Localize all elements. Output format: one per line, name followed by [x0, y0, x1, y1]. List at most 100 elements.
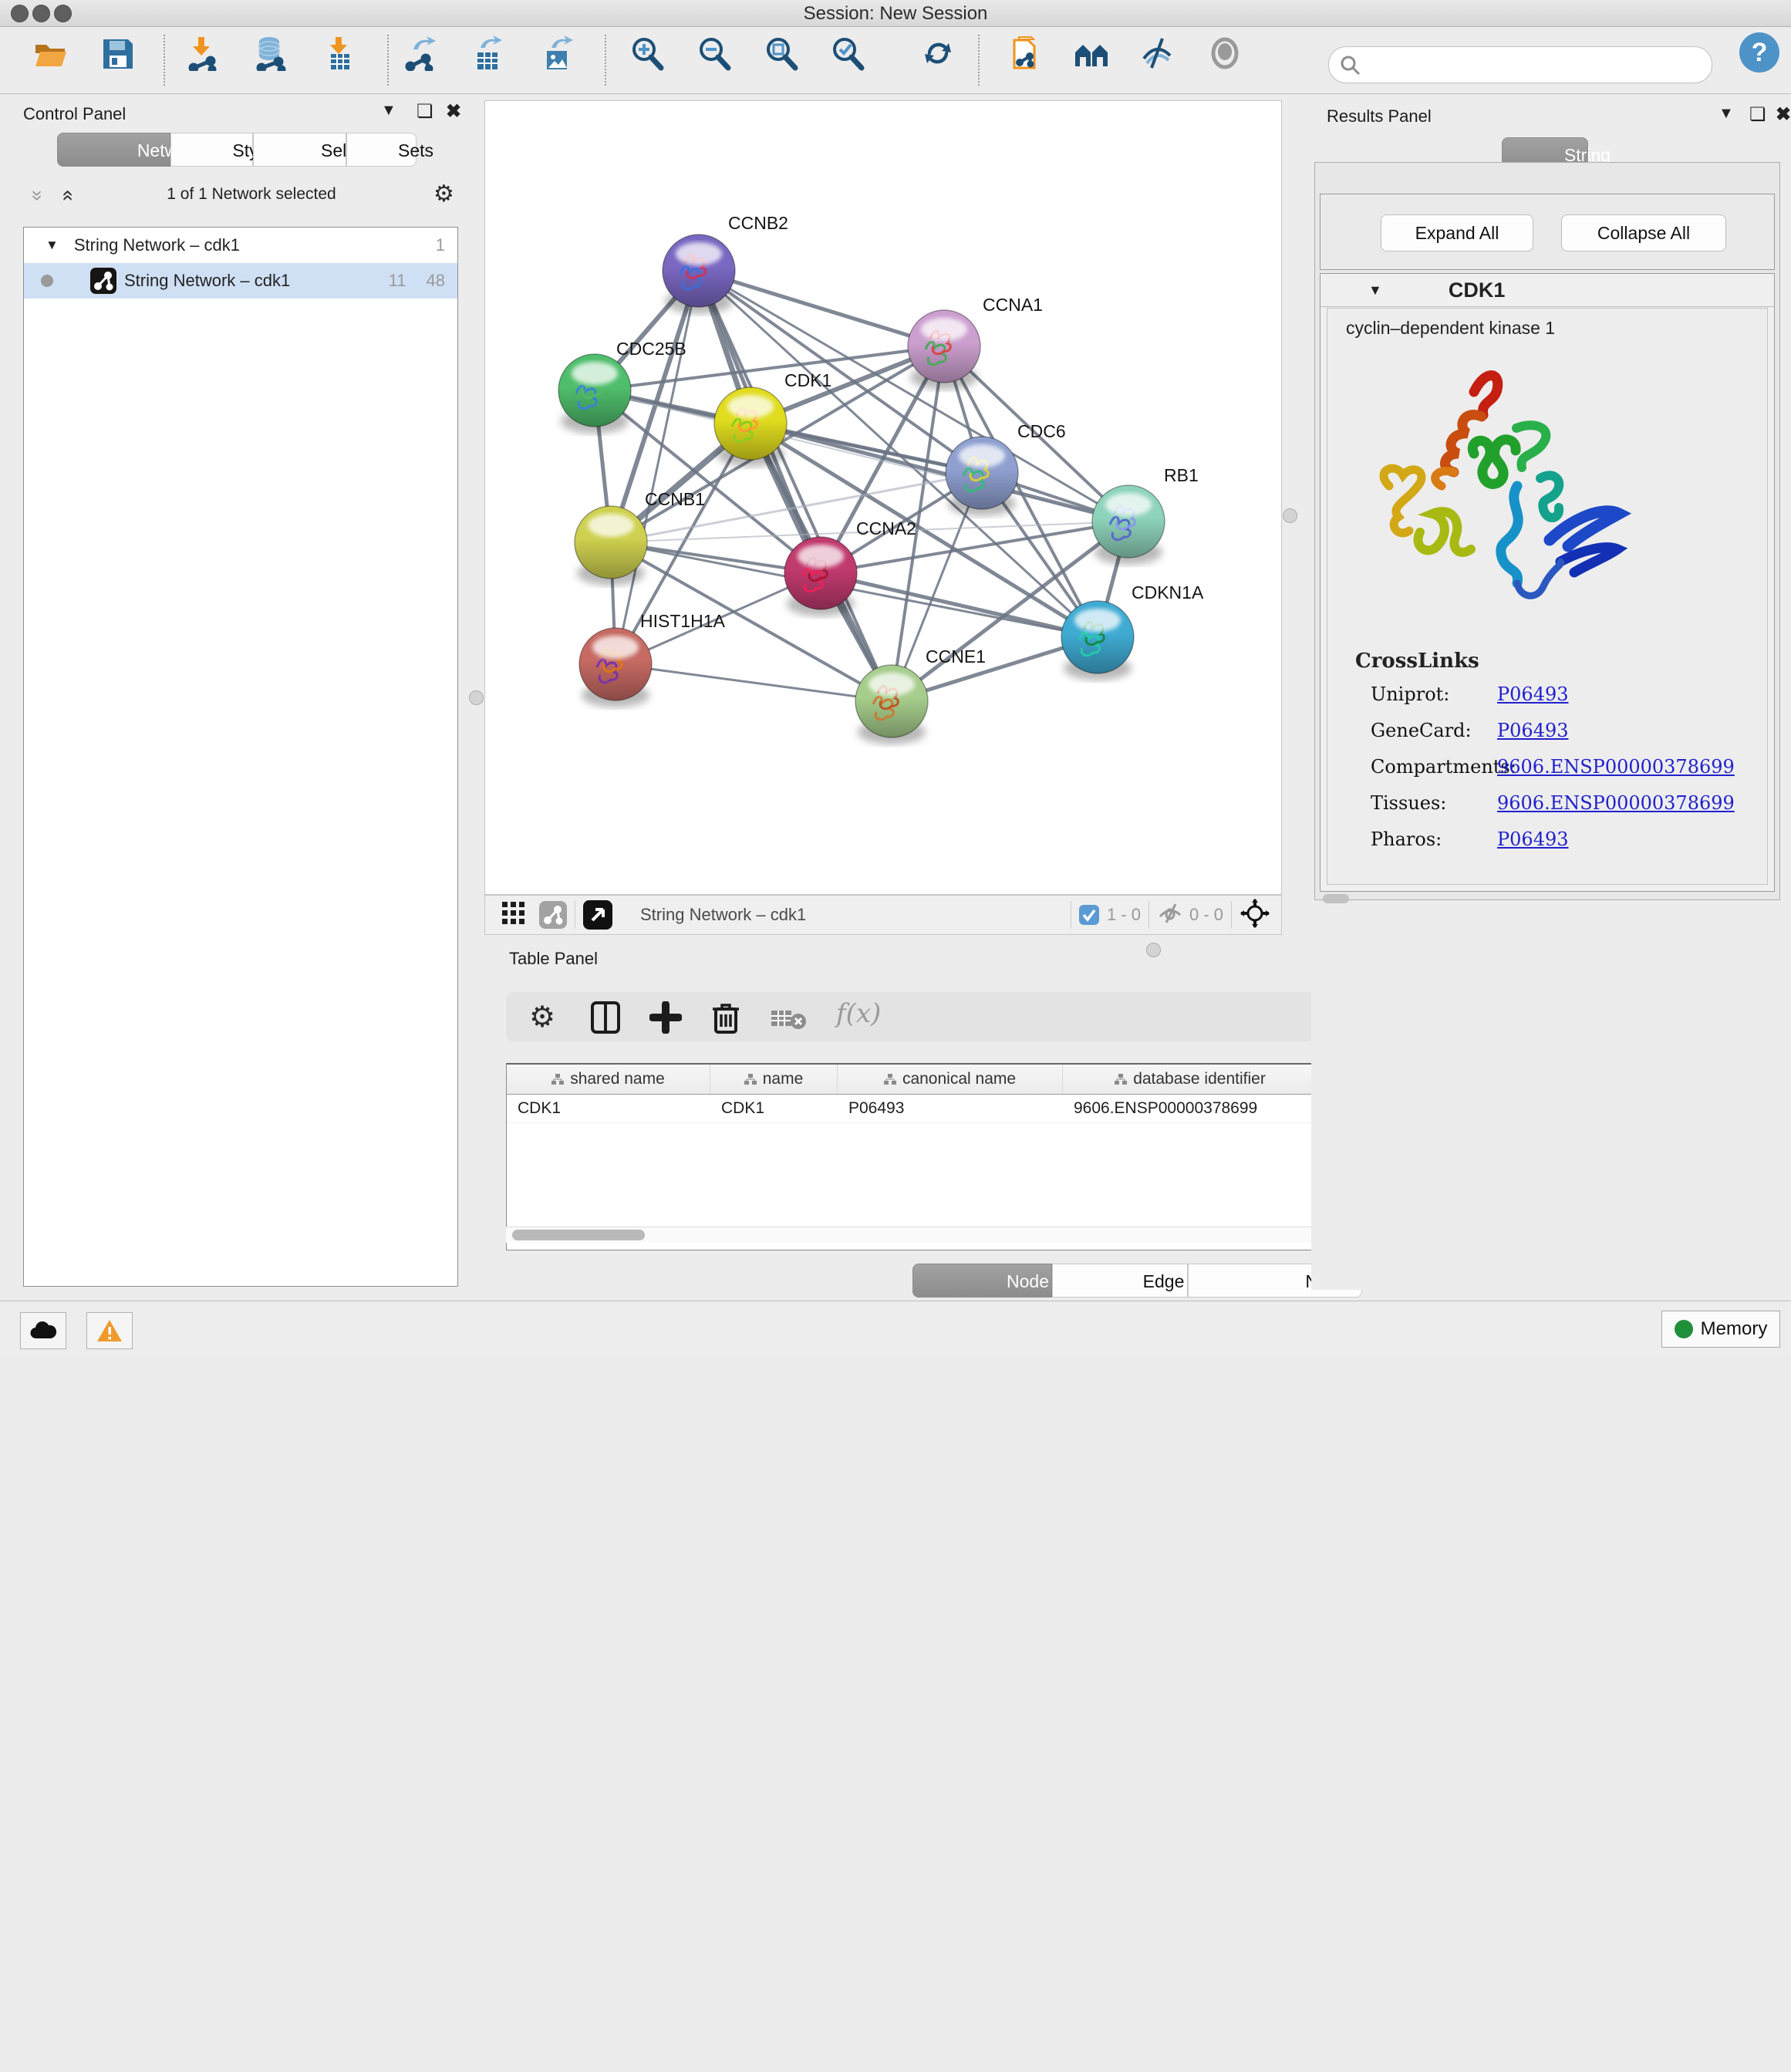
import-table-file-icon[interactable]	[322, 35, 357, 71]
table-cell[interactable]: CDK1	[507, 1095, 710, 1122]
column-header-shared-name[interactable]: shared name	[507, 1065, 710, 1094]
network-share-icon[interactable]	[539, 901, 567, 929]
network-collection-row[interactable]: ▼ String Network – cdk1 1	[24, 228, 457, 263]
column-header-database-identifier[interactable]: database identifier	[1063, 1065, 1318, 1094]
gene-details-box: ▼ CDK1 cyclin–dependent kinase 1	[1320, 273, 1775, 892]
network-edge[interactable]	[616, 664, 892, 701]
right-splitter-handle[interactable]	[1283, 508, 1297, 523]
birdseye-grid-icon[interactable]	[502, 902, 525, 929]
collapse-all-button[interactable]: Collapse All	[1561, 214, 1726, 251]
search-field[interactable]	[1328, 46, 1712, 83]
refresh-view-icon[interactable]	[920, 35, 956, 71]
fit-crosshair-icon[interactable]	[1240, 898, 1270, 933]
save-session-icon[interactable]	[100, 35, 135, 71]
gene-header-row[interactable]: ▼ CDK1	[1320, 274, 1774, 307]
export-network-icon[interactable]	[403, 35, 438, 71]
memory-button[interactable]: Memory	[1661, 1311, 1780, 1348]
tab-network[interactable]: Network	[57, 133, 170, 167]
expand-all-networks-icon[interactable]: «	[57, 190, 81, 201]
show-columns-icon[interactable]	[589, 1001, 622, 1038]
navigator-icon[interactable]	[583, 900, 612, 930]
crosslink-link[interactable]: P06493	[1497, 720, 1569, 741]
zoom-in-icon[interactable]	[629, 35, 664, 71]
network-node-RB1[interactable]: RB1	[1092, 465, 1199, 565]
crosslink-link[interactable]: P06493	[1497, 828, 1569, 850]
toolbar-separator	[387, 35, 389, 86]
tab-style[interactable]: Style	[170, 133, 253, 167]
panel-menu-icon[interactable]: ▼	[381, 102, 396, 120]
network-node-CDK1[interactable]: CDK1	[714, 370, 831, 467]
memory-label: Memory	[1701, 1318, 1768, 1340]
hidden-eye-icon[interactable]	[1157, 903, 1183, 928]
network-edge[interactable]	[821, 573, 1098, 637]
help-button[interactable]: ?	[1739, 32, 1779, 73]
expand-collapse-box: Expand All Collapse All	[1320, 194, 1775, 270]
column-header-canonical-name[interactable]: canonical name	[838, 1065, 1063, 1094]
network-node-CCNA1[interactable]: CCNA1	[908, 295, 1043, 390]
gene-collapse-icon[interactable]: ▼	[1368, 282, 1382, 299]
create-column-plus-icon[interactable]	[649, 1001, 682, 1038]
clone-network-icon[interactable]	[1008, 35, 1044, 71]
crosslinks-heading: CrossLinks	[1355, 650, 1479, 673]
crosslink-row: Uniprot:P06493	[1371, 683, 1756, 705]
table-cell[interactable]: P06493	[838, 1095, 1063, 1122]
crosslink-link[interactable]: 9606.ENSP00000378699	[1497, 792, 1735, 814]
column-header-name[interactable]: name	[710, 1065, 838, 1094]
network-edge[interactable]	[699, 271, 892, 701]
node-label: CCNA1	[983, 295, 1043, 315]
string-results-container: Expand All Collapse All ▼ CDK1 cyclin–de…	[1314, 162, 1780, 900]
main-toolbar: ?	[0, 27, 1791, 94]
table-cell[interactable]: CDK1	[710, 1095, 838, 1122]
network-node-CDKN1A[interactable]: CDKN1A	[1061, 582, 1204, 680]
left-splitter-handle[interactable]	[469, 690, 484, 705]
zoom-selected-icon[interactable]	[829, 35, 865, 71]
table-cell[interactable]: 9606.ENSP00000378699	[1063, 1095, 1318, 1122]
scrollbar-thumb[interactable]	[512, 1230, 645, 1240]
network-options-gear-icon[interactable]: ⚙	[433, 181, 454, 208]
open-session-icon[interactable]	[32, 35, 68, 71]
close-panel-icon[interactable]: ✖	[446, 100, 461, 123]
import-network-file-icon[interactable]	[184, 35, 220, 71]
tab-select[interactable]: Select	[253, 133, 346, 167]
collapse-all-networks-icon[interactable]: »	[26, 190, 50, 201]
export-image-icon[interactable]	[539, 35, 575, 71]
function-builder-icon[interactable]: f(x)	[836, 998, 881, 1029]
zoom-fit-icon[interactable]	[763, 35, 798, 71]
collection-expand-icon[interactable]: ▼	[46, 238, 59, 253]
network-node-HIST1H1A[interactable]: HIST1H1A	[579, 611, 726, 707]
warning-status-button[interactable]	[86, 1312, 133, 1349]
crosslinks-list: Uniprot:P06493 GeneCard:P06493 Compartment…	[1371, 683, 1756, 865]
results-panel-float-icon[interactable]: ❏	[1749, 103, 1766, 126]
crosslink-link[interactable]: P06493	[1497, 683, 1569, 705]
network-graph[interactable]: CCNB2CCNA1CDC25BCDK1CDC6RB1CCNB1CCNA2CDK…	[485, 101, 1281, 894]
export-table-icon[interactable]	[470, 35, 505, 71]
crosslink-label: Compartments:	[1371, 756, 1497, 778]
import-network-database-icon[interactable]	[252, 35, 288, 71]
network-edge[interactable]	[699, 271, 944, 346]
expand-all-button[interactable]: Expand All	[1381, 214, 1533, 251]
tab-edge-table[interactable]: Edge Table	[1052, 1264, 1188, 1298]
crosslink-link[interactable]: 9606.ENSP00000378699	[1497, 756, 1735, 778]
zoom-out-icon[interactable]	[696, 35, 731, 71]
network-edge[interactable]	[750, 424, 1128, 521]
selected-checkbox-icon[interactable]	[1079, 905, 1099, 925]
network-row-selected[interactable]: String Network – cdk1 11 48	[24, 263, 457, 299]
search-input[interactable]	[1366, 50, 1701, 78]
table-settings-gear-icon[interactable]: ⚙	[529, 1000, 555, 1034]
float-panel-icon[interactable]: ❏	[417, 100, 433, 123]
cloud-status-button[interactable]	[20, 1312, 66, 1349]
show-hide-graphics-icon[interactable]	[1139, 35, 1175, 71]
first-neighbors-icon[interactable]	[1074, 35, 1109, 71]
results-panel-close-icon[interactable]: ✖	[1776, 103, 1791, 126]
tab-sets[interactable]: Sets	[346, 133, 417, 167]
delete-table-icon[interactable]	[771, 1007, 807, 1034]
delete-column-trash-icon[interactable]	[710, 1000, 742, 1038]
results-scrollbar-thumb[interactable]	[1323, 894, 1349, 903]
crosslink-row: GeneCard:P06493	[1371, 720, 1756, 741]
tab-node-table[interactable]: Node Table	[912, 1264, 1052, 1298]
network-node-CCNB2[interactable]: CCNB2	[663, 213, 788, 314]
level-of-detail-eye-icon[interactable]	[1207, 35, 1243, 71]
network-edge[interactable]	[616, 271, 699, 664]
network-canvas[interactable]: CCNB2CCNA1CDC25BCDK1CDC6RB1CCNB1CCNA2CDK…	[484, 100, 1282, 895]
results-panel-menu-icon[interactable]: ▼	[1718, 105, 1734, 123]
